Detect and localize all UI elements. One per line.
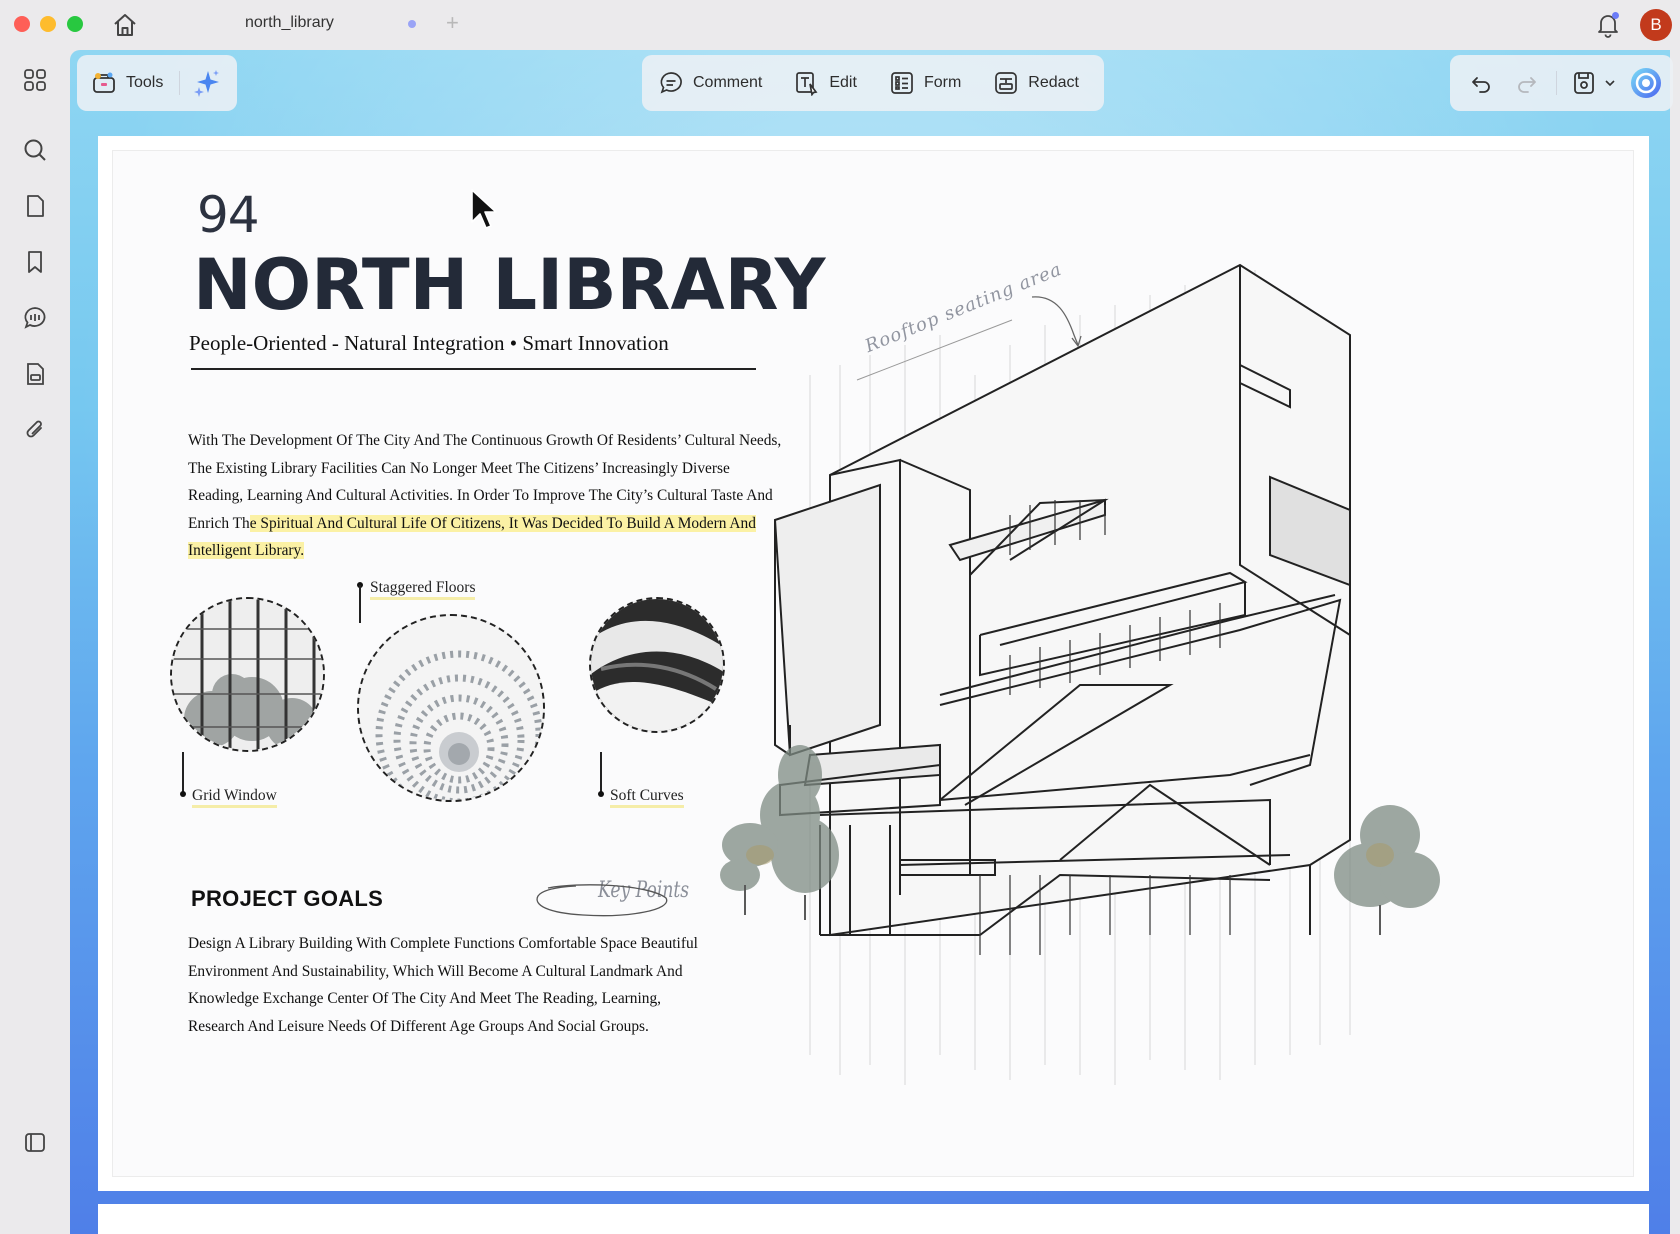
form-icon[interactable] <box>21 360 49 388</box>
redact-icon <box>995 72 1018 94</box>
undo-icon[interactable] <box>1468 70 1494 96</box>
grid-window-label: Grid Window <box>192 786 277 808</box>
edit-modes-toolbar: Comment Edit Form Redact <box>642 55 1104 111</box>
edit-label: Edit <box>829 74 857 91</box>
new-tab-button[interactable]: + <box>446 10 459 36</box>
tools-toolbar: Tools <box>77 55 237 111</box>
page-number: 94 <box>197 186 260 244</box>
next-page-edge <box>98 1204 1649 1234</box>
subtitle: People-Oriented - Natural Integration • … <box>189 331 669 355</box>
grid-icon[interactable] <box>21 66 49 94</box>
left-sidebar <box>0 50 70 1234</box>
grid-window-stem <box>182 752 184 794</box>
highlighted-text[interactable]: e Spiritual And Cultural Life Of Citizen… <box>188 514 756 560</box>
soft-curves-stem <box>600 752 602 794</box>
project-goals-heading: PROJECT GOALS <box>191 886 384 911</box>
goals-paragraph: Design A Library Building With Complete … <box>188 935 698 1035</box>
comment-bubble-icon <box>660 72 682 94</box>
form-label: Form <box>923 74 962 91</box>
history-toolbar <box>1450 55 1673 111</box>
grid-window-image <box>170 597 325 752</box>
intro-paragraph: With The Development Of The City And The… <box>188 427 788 565</box>
notification-badge <box>1612 12 1619 19</box>
ai-assistant-icon[interactable] <box>1629 66 1663 100</box>
rooftop-arrow-annotation <box>856 296 1082 381</box>
redact-label: Redact <box>1028 74 1079 91</box>
soft-curves-marker <box>598 791 604 797</box>
document-tab-title[interactable]: north_library <box>245 14 334 32</box>
edit-mode-button[interactable]: Edit <box>794 70 857 96</box>
edit-text-icon <box>796 72 818 96</box>
zoom-window-button[interactable] <box>67 16 83 32</box>
form-mode-button[interactable]: Form <box>889 70 961 96</box>
form-list-icon <box>891 72 913 94</box>
staggered-floors-image <box>357 614 545 802</box>
home-icon[interactable] <box>110 10 140 40</box>
theme-icon[interactable] <box>21 1128 49 1156</box>
building-sketch-illustration <box>720 263 1440 1085</box>
search-icon[interactable] <box>21 136 49 164</box>
comment-icon[interactable] <box>21 304 49 332</box>
staggered-floors-stem <box>359 585 361 623</box>
ai-sparkle-icon[interactable] <box>192 68 222 98</box>
tools-label: Tools <box>126 74 164 91</box>
comment-label: Comment <box>693 74 763 91</box>
subtitle-divider <box>191 368 756 370</box>
staggered-floors-label: Staggered Floors <box>370 578 476 600</box>
comment-mode-button[interactable]: Comment <box>658 70 762 96</box>
tools-button[interactable]: Tools <box>91 70 163 96</box>
chevron-down-icon[interactable] <box>1603 76 1617 90</box>
page-icon[interactable] <box>21 192 49 220</box>
minimize-window-button[interactable] <box>40 16 56 32</box>
toolbox-icon <box>93 72 115 93</box>
redact-mode-button[interactable]: Redact <box>993 70 1079 96</box>
close-window-button[interactable] <box>14 16 30 32</box>
soft-curves-label: Soft Curves <box>610 786 684 808</box>
grid-window-marker <box>180 791 186 797</box>
unsaved-dot <box>408 20 416 28</box>
user-avatar[interactable]: B <box>1640 9 1672 41</box>
title-bar: north_library + B <box>0 0 1680 50</box>
ink-ellipse-annotation[interactable] <box>528 880 673 920</box>
bookmark-icon[interactable] <box>21 248 49 276</box>
mouse-cursor-icon <box>471 189 497 229</box>
save-icon[interactable] <box>1571 70 1597 96</box>
redo-icon[interactable] <box>1514 70 1540 96</box>
attachment-icon[interactable] <box>21 416 49 444</box>
soft-curves-image <box>589 597 725 733</box>
